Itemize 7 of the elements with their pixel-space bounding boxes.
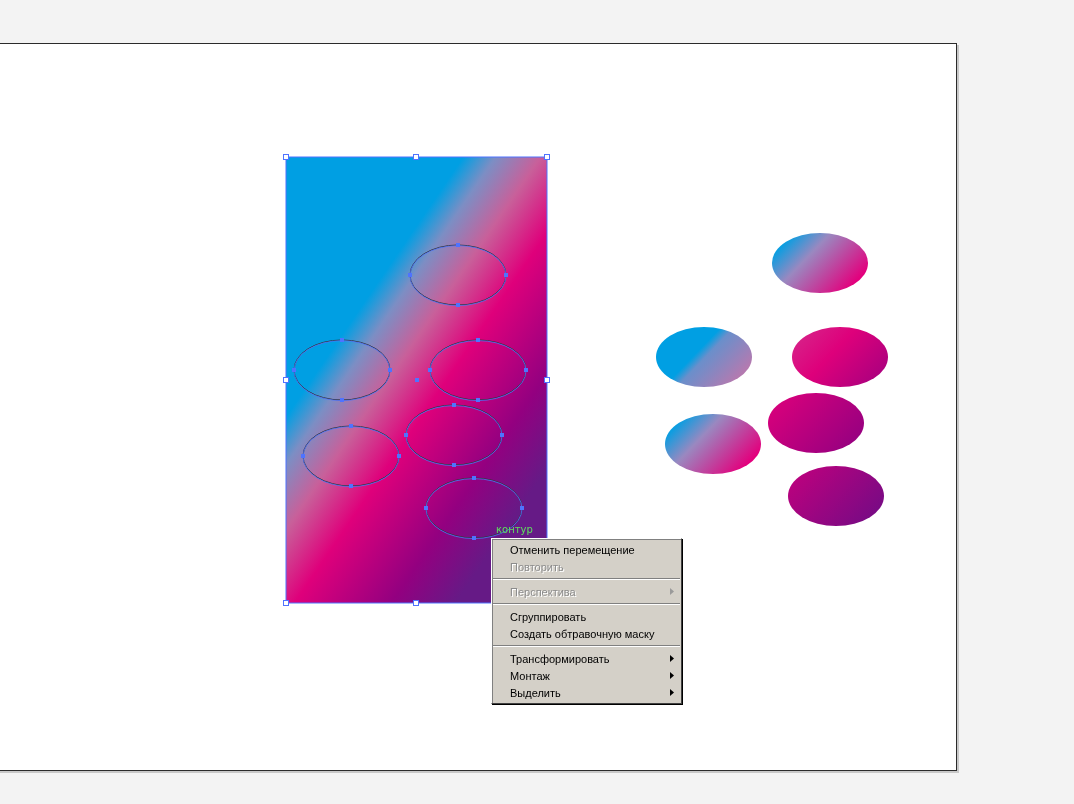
menu-item[interactable]: Создать обтравочную маску bbox=[492, 625, 681, 642]
menu-item[interactable]: Трансформировать bbox=[492, 650, 681, 667]
menu-item[interactable]: Монтаж bbox=[492, 667, 681, 684]
menu-item[interactable]: Выделить bbox=[492, 684, 681, 701]
menu-item[interactable]: Сгруппировать bbox=[492, 608, 681, 625]
hint-label: контур bbox=[496, 524, 533, 536]
menu-item[interactable]: Отменить перемещение bbox=[492, 541, 681, 558]
